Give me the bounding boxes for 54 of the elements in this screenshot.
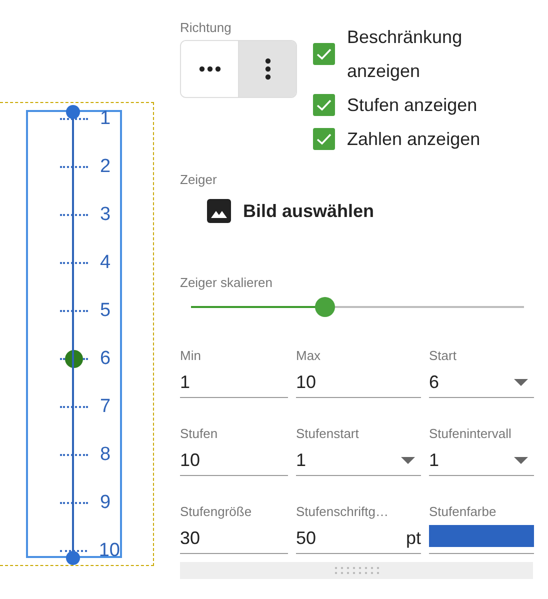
caret-icon — [514, 456, 528, 464]
grip-icon — [334, 566, 378, 574]
check-icon — [316, 48, 332, 60]
unit-label: pt — [406, 528, 421, 548]
field-label: Stufenfarbe — [429, 504, 498, 519]
input-field[interactable]: 30 — [180, 523, 288, 554]
checkbox[interactable] — [313, 128, 335, 150]
checkbox[interactable] — [313, 94, 335, 116]
section-label: Zeiger — [180, 172, 218, 187]
tick-label: 1 — [100, 108, 111, 130]
direction-button[interactable] — [238, 41, 296, 97]
tick-label: 4 — [100, 252, 111, 274]
field-label: Stufenschriftg… — [296, 504, 390, 519]
dropdown-field[interactable]: 6 — [429, 367, 534, 398]
checkbox-label: Zahlen anzeigen — [347, 128, 482, 151]
checkbox-label: Beschränkung anzeigen — [347, 26, 464, 83]
field-label: Stufenintervall — [429, 426, 512, 441]
tick-label: 7 — [100, 396, 111, 418]
color-swatch[interactable] — [429, 525, 534, 547]
tick-label: 8 — [100, 444, 111, 466]
checkbox-label: Stufen anzeigen — [347, 94, 478, 117]
section-label: Richtung — [180, 20, 232, 35]
vertical-dots-icon — [264, 58, 270, 80]
check-icon — [316, 133, 332, 145]
end-handle[interactable] — [66, 105, 80, 119]
field-label: Min — [180, 348, 202, 363]
caret-icon — [401, 456, 415, 464]
section-label: Zeiger skalieren — [180, 275, 274, 290]
select-image-button[interactable]: Bild auswählen — [207, 199, 374, 223]
tick-label: 6 — [100, 348, 111, 370]
color-field[interactable] — [429, 523, 534, 554]
dropdown-field[interactable]: 1 — [429, 445, 534, 476]
check-icon — [316, 99, 332, 111]
caret-icon — [514, 378, 528, 386]
field-label: Stufengröße — [180, 504, 253, 519]
field-label: Stufen — [180, 426, 219, 441]
slider-thumb[interactable] — [315, 297, 336, 317]
input-field[interactable]: 10 — [180, 445, 288, 476]
tick-label: 5 — [100, 300, 111, 322]
horizontal-dots-icon — [198, 66, 220, 72]
tick-label: 3 — [100, 204, 111, 226]
input-field[interactable]: 1 — [180, 367, 288, 398]
input-field[interactable]: 10 — [296, 367, 421, 398]
image-icon — [207, 199, 231, 223]
end-handle[interactable] — [66, 551, 80, 565]
tick-label: 9 — [100, 492, 111, 514]
tick-label: 2 — [100, 156, 111, 178]
dropdown-field[interactable]: 1 — [296, 445, 421, 476]
field-label: Start — [429, 348, 458, 363]
checkbox[interactable] — [313, 43, 335, 65]
field-label: Stufenstart — [296, 426, 360, 441]
tick-label: 10 — [98, 540, 120, 562]
input-field[interactable]: 50 pt — [296, 523, 421, 554]
field-label: Max — [296, 348, 322, 363]
